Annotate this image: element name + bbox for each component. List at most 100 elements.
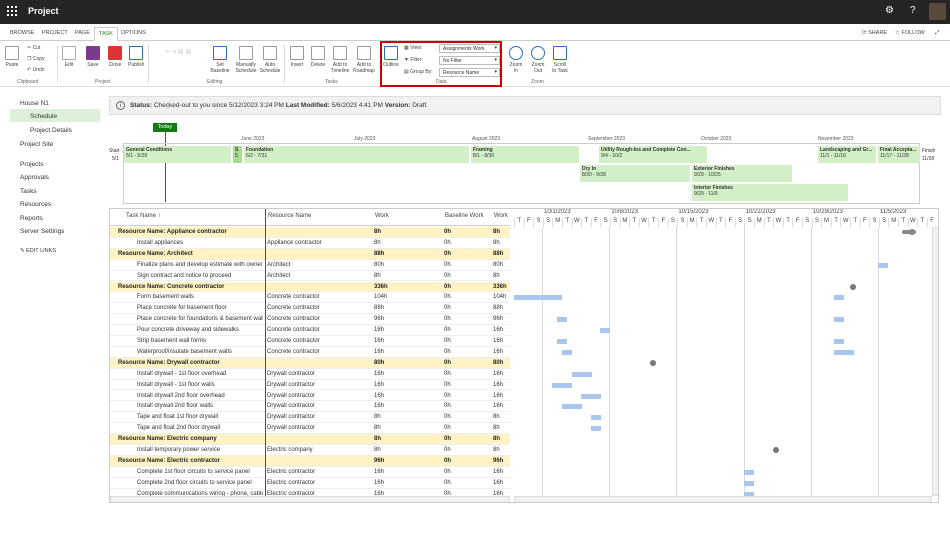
gantt-bar[interactable] [591,426,601,432]
tab-project[interactable]: PROJECT [42,30,68,36]
auto-schedule-button[interactable]: Auto Schedule [258,46,282,74]
table-row[interactable]: Tape and float 2nd floor drywall Drywall … [110,423,510,435]
nav-projects[interactable]: Projects [20,161,43,168]
gantt-bar[interactable] [591,415,601,421]
nav-tasks[interactable]: Tasks [20,188,37,195]
grid-hscrollbar[interactable] [110,496,510,502]
cut-button[interactable]: ✂ Cut [27,45,40,51]
timeline-bar[interactable]: General Conditions 5/1 - 5/29 [124,146,231,163]
app-launcher-icon[interactable] [7,6,17,16]
col-baseline-work[interactable]: Baseline Work [445,213,484,219]
gantt-bar[interactable] [834,349,854,355]
tab-task[interactable]: TASK [94,27,118,41]
nav-resources[interactable]: Resources [20,201,51,208]
group-row[interactable]: ◢Resource Name: Electric contractor96h0h… [110,455,510,467]
share-button[interactable]: ⟳ SHARE [862,30,887,36]
nav-server-settings[interactable]: Server Settings [20,228,64,235]
save-button[interactable]: Save [86,46,100,68]
paste-button[interactable]: Paste [5,46,19,68]
timeline-bar[interactable]: Landscaping and Gr... 11/1 - 11/16 [818,146,876,163]
timeline-bar[interactable]: S5 [233,146,242,163]
set-baseline-button[interactable]: Set Baseline [208,46,232,74]
gantt-hscrollbar[interactable] [514,496,932,502]
table-row[interactable]: Install drywall 2nd floor walls Drywall c… [110,401,510,413]
gantt-bar[interactable] [572,371,592,377]
edit-button[interactable]: Edit [62,46,76,68]
table-row[interactable]: Place concrete for foundations & basemen… [110,314,510,326]
table-row[interactable]: Pour concrete driveway and sidewalks Conc… [110,325,510,336]
timeline-bar[interactable]: Utility Rough-Ins and Complete Con... 9/4… [599,146,707,163]
nav-project-site[interactable]: Project Site [20,141,53,148]
summary-bar[interactable] [902,230,916,234]
gantt-bar[interactable] [744,469,754,475]
table-row[interactable]: Form basement walls Concrete contractor 10… [110,292,510,304]
timeline-bar[interactable]: Final Accepta... 11/17 - 11/28 [878,146,920,163]
gear-icon[interactable]: ⚙ [885,5,894,16]
group-row[interactable]: ◢Resource Name: Electric company8h0h8h [110,434,510,445]
undo-button[interactable]: ↶ Undo [27,67,45,73]
group-row[interactable]: ◢Resource Name: Appliance contractor8h0h… [110,227,510,238]
gantt-bar[interactable] [552,382,572,388]
nav-project-details[interactable]: Project Details [30,127,72,134]
milestone-marker[interactable] [773,447,779,453]
tab-browse[interactable]: BROWSE [10,30,34,36]
table-row[interactable]: Install drywall 2nd floor overhead Drywal… [110,391,510,402]
gantt-bar[interactable] [557,339,567,344]
table-row[interactable]: Install appliances Appliance contractor 8h… [110,238,510,249]
gantt-bar[interactable] [834,339,844,344]
gantt-bar[interactable] [744,480,754,486]
timeline-bar[interactable]: Interior Finishes 9/29 - 11/9 [692,184,848,201]
gantt-chart[interactable]: 10/1/2023 10/8/2023 10/15/2023 10/22/2023 10… [514,209,938,502]
gantt-bar[interactable] [562,349,572,355]
close-button[interactable]: Close [108,46,122,68]
zoom-out-button[interactable]: Zoom Out [529,46,547,74]
col-work-2[interactable]: Work [494,213,508,219]
copy-button[interactable]: ❐ Copy [27,56,45,62]
tab-options[interactable]: OPTIONS [121,30,146,36]
zoom-in-button[interactable]: Zoom In [508,46,524,74]
add-to-roadmap-button[interactable]: Add to Roadmap [353,46,375,74]
task-grid[interactable]: Task Name ↑ Resource Name Work Baseline … [109,208,939,503]
group-row[interactable]: ◢Resource Name: Drywall contractor80h0h8… [110,357,510,369]
gantt-bar[interactable] [834,317,844,323]
tab-page[interactable]: PAGE [75,30,90,36]
scroll-to-task-button[interactable]: Scroll to Task [551,46,569,74]
nav-reports[interactable]: Reports [20,215,43,222]
timeline-bar[interactable]: Foundation 6/2 - 7/31 [244,146,469,163]
col-task-name[interactable]: Task Name ↑ [126,213,161,219]
gantt-bar[interactable] [514,295,562,301]
table-row[interactable]: Waterproof/insulate basement walls Concre… [110,347,510,358]
group-row[interactable]: ◢Resource Name: Architect88h0h88h [110,248,510,260]
add-to-timeline-button[interactable]: Add to Timeline [329,46,351,74]
table-row[interactable]: Install drywall - 1st floor walls Drywall… [110,380,510,391]
table-row[interactable]: Complete 1st floor circuits to service p… [110,467,510,478]
table-row[interactable]: Install drywall - 1st floor overhead Dryw… [110,369,510,380]
gantt-bar[interactable] [557,317,567,323]
gantt-bar[interactable] [600,328,610,334]
milestone-marker[interactable] [650,359,656,366]
table-row[interactable]: Complete 2nd floor circuits to service p… [110,478,510,489]
gantt-bar[interactable] [878,262,888,268]
table-row[interactable]: Sign contract and notice to proceed Archi… [110,271,510,282]
gantt-vscrollbar[interactable] [932,227,938,496]
table-row[interactable]: Tape and float 1st floor drywall Drywall … [110,412,510,424]
publish-button[interactable]: Publish [128,46,144,68]
timeline[interactable]: Today Start 5/1 Finish 11/28 June 2023 J… [109,118,941,206]
nav-schedule[interactable]: Schedule [30,113,57,120]
manually-schedule-button[interactable]: Manually Schedule [234,46,258,74]
col-resource-name[interactable]: Resource Name [268,213,311,219]
follow-button[interactable]: ☆ FOLLOW [895,30,925,36]
nav-approvals[interactable]: Approvals [20,174,49,181]
insert-button[interactable]: Insert [288,46,306,68]
edit-links-button[interactable]: ✎ EDIT LINKS [20,248,56,254]
timeline-bar[interactable]: Framing 8/1 - 8/30 [471,146,579,163]
gantt-bar[interactable] [562,404,582,410]
table-row[interactable]: Place concrete for basement floor Concret… [110,303,510,315]
group-row[interactable]: ◢Resource Name: Concrete contractor336h0… [110,281,510,293]
table-row[interactable]: Install temporary power service Electric … [110,445,510,456]
focus-icon[interactable]: ⤢ [935,30,939,37]
table-row[interactable]: Finalize plans and develop estimate with… [110,260,510,271]
avatar[interactable] [929,3,946,20]
table-row[interactable]: Strip basement wall forms Concrete contra… [110,336,510,347]
timeline-bar[interactable]: Exterior Finishes 9/29 - 10/25 [692,165,792,182]
